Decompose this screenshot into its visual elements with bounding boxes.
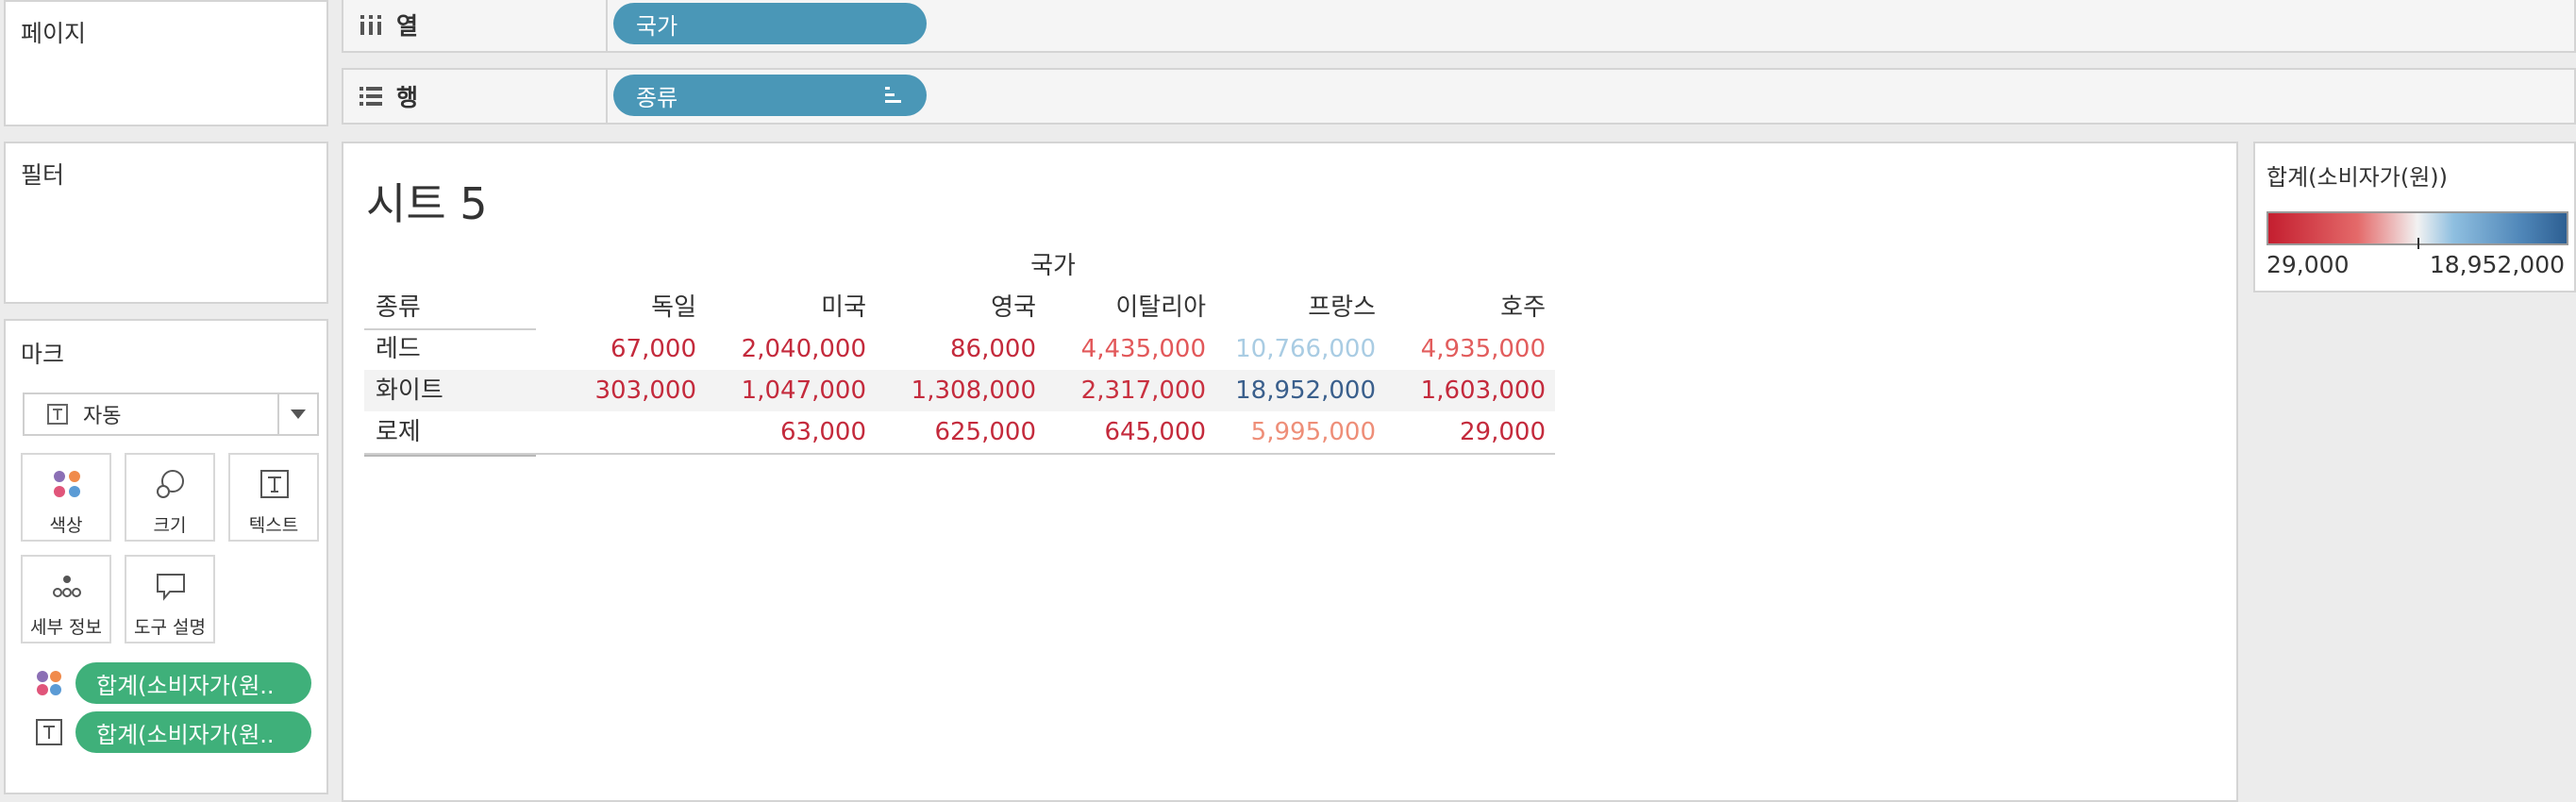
- country-header[interactable]: 이탈리아: [1044, 287, 1206, 328]
- detail-icon: [53, 576, 81, 597]
- country-header[interactable]: 독일: [534, 287, 696, 328]
- color-dots-icon: [54, 471, 80, 497]
- size-icon: [157, 470, 184, 498]
- size-button-label: 크기: [153, 515, 187, 536]
- value-cell[interactable]: 5,995,000: [1213, 411, 1376, 453]
- size-button[interactable]: 크기: [125, 453, 215, 542]
- value-cell[interactable]: 67,000: [534, 328, 696, 370]
- country-header[interactable]: 영국: [874, 287, 1036, 328]
- value-cell[interactable]: 645,000: [1044, 411, 1206, 453]
- rows-shelf[interactable]: 행 종류: [342, 68, 2576, 125]
- columns-icon: [360, 15, 381, 35]
- filters-title: 필터: [21, 161, 65, 189]
- rows-icon: [360, 87, 382, 106]
- value-cell[interactable]: 4,935,000: [1383, 328, 1546, 370]
- text-field-pill-label: 합계(소비자가(원..: [96, 721, 275, 748]
- value-cell[interactable]: 86,000: [874, 328, 1036, 370]
- pages-title: 페이지: [21, 20, 87, 47]
- color-legend[interactable]: 합계(소비자가(원)) 29,000 18,952,000: [2253, 142, 2576, 292]
- table-bottom-border: [364, 453, 1555, 455]
- mark-type-dropdown[interactable]: 자동: [23, 393, 319, 436]
- tooltip-button[interactable]: 도구 설명: [125, 555, 215, 643]
- text-field-pill[interactable]: 합계(소비자가(원..: [75, 711, 311, 753]
- value-cell[interactable]: 18,952,000: [1213, 370, 1376, 411]
- text-button[interactable]: 텍스트: [228, 453, 319, 542]
- color-button[interactable]: 색상: [21, 453, 111, 542]
- legend-ramp-midpoint-tick: [2417, 238, 2419, 249]
- text-button-label: 텍스트: [248, 515, 299, 536]
- value-cell[interactable]: 63,000: [704, 411, 866, 453]
- row-header-bottom-border: [364, 455, 536, 457]
- tooltip-icon: [157, 574, 185, 601]
- value-cell[interactable]: 1,047,000: [704, 370, 866, 411]
- country-column-pill[interactable]: 국가: [613, 3, 927, 44]
- mark-type-label: 자동: [83, 405, 122, 428]
- sheet-title: 시트 5: [366, 178, 488, 229]
- color-field-pill-label: 합계(소비자가(원..: [96, 672, 275, 699]
- color-dots-icon: [37, 671, 61, 695]
- legend-min-label: 29,000: [2267, 251, 2350, 278]
- marks-title: 마크: [21, 341, 65, 368]
- value-cell[interactable]: 1,603,000: [1383, 370, 1546, 411]
- row-header-caption: 종류: [376, 293, 421, 322]
- value-cell[interactable]: 303,000: [534, 370, 696, 411]
- dropdown-separator: [277, 394, 279, 434]
- country-header[interactable]: 호주: [1383, 287, 1546, 328]
- crosstab: 국가 종류 독일 미국 영국 이탈리아 프랑스 호주 레드 화이트 로제 67,…: [364, 245, 1893, 472]
- value-cell[interactable]: 29,000: [1383, 411, 1546, 453]
- value-cell[interactable]: 4,435,000: [1044, 328, 1206, 370]
- country-pill-label: 국가: [636, 12, 678, 40]
- text-icon: [260, 470, 289, 498]
- chevron-down-icon[interactable]: [291, 409, 306, 419]
- value-cell[interactable]: 10,766,000: [1213, 328, 1376, 370]
- sort-descending-icon[interactable]: [883, 84, 904, 105]
- value-cell[interactable]: 2,040,000: [704, 328, 866, 370]
- legend-title: 합계(소비자가(원)): [2267, 164, 2449, 191]
- type-row-pill[interactable]: 종류: [613, 75, 927, 116]
- marks-card: 마크 자동 색상 크기 텍스트 세부 정보 도구 설명 합계(소비자가(원.. …: [4, 319, 328, 794]
- columns-shelf[interactable]: 열 국가: [342, 0, 2576, 53]
- rows-shelf-label: 행: [343, 70, 608, 123]
- country-header[interactable]: 미국: [704, 287, 866, 328]
- legend-max-label: 18,952,000: [2429, 251, 2565, 278]
- sheet-view: 시트 5 국가 종류 독일 미국 영국 이탈리아 프랑스 호주 레드 화이트 로…: [342, 142, 2238, 802]
- detail-button[interactable]: 세부 정보: [21, 555, 111, 643]
- text-icon: [36, 719, 62, 745]
- detail-button-label: 세부 정보: [30, 617, 102, 638]
- text-mark-icon: [47, 404, 68, 425]
- filters-card[interactable]: 필터: [4, 142, 328, 304]
- tooltip-button-label: 도구 설명: [134, 617, 206, 638]
- value-cell[interactable]: 625,000: [874, 411, 1036, 453]
- pages-card[interactable]: 페이지: [4, 0, 328, 126]
- rows-label: 행: [396, 84, 419, 111]
- row-header-red[interactable]: 레드: [376, 328, 527, 370]
- row-header-white[interactable]: 화이트: [376, 370, 527, 411]
- value-cell[interactable]: [534, 411, 696, 453]
- row-header-rose[interactable]: 로제: [376, 411, 527, 453]
- value-cell[interactable]: 2,317,000: [1044, 370, 1206, 411]
- columns-label: 열: [396, 12, 419, 40]
- value-cell[interactable]: 1,308,000: [874, 370, 1036, 411]
- country-header[interactable]: 프랑스: [1213, 287, 1376, 328]
- type-pill-label: 종류: [636, 84, 678, 111]
- columns-shelf-label: 열: [343, 0, 608, 51]
- color-button-label: 색상: [49, 515, 83, 536]
- column-header-caption: 국가: [1030, 252, 1076, 280]
- color-field-pill[interactable]: 합계(소비자가(원..: [75, 662, 311, 704]
